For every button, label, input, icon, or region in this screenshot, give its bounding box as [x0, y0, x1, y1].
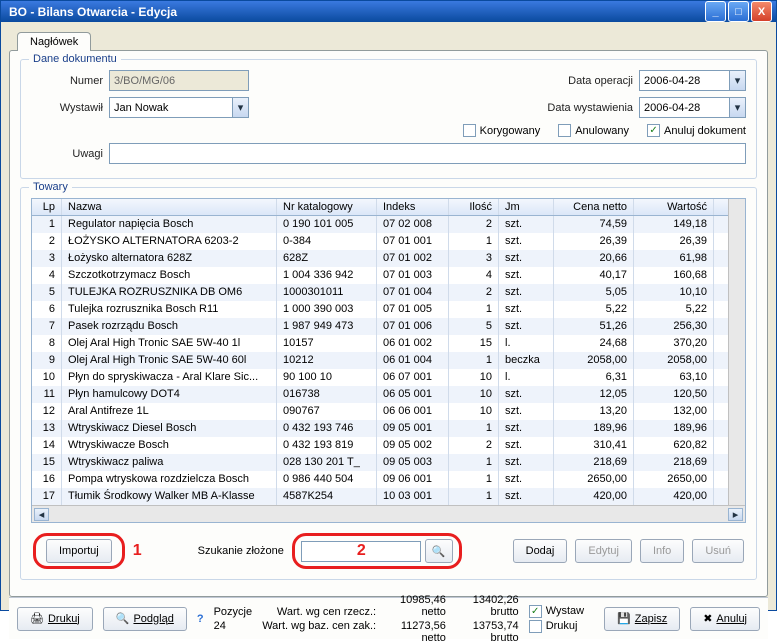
- annotation-2: 2 🔍: [292, 533, 462, 569]
- annotation-1: Importuj: [33, 533, 125, 569]
- label-numer: Numer: [31, 75, 109, 87]
- checkbox-anuluj-dokument[interactable]: ✓Anuluj dokument: [647, 124, 746, 137]
- tabstrip: Nagłówek: [9, 28, 768, 50]
- usun-button[interactable]: Usuń: [692, 539, 744, 563]
- cancel-icon: ✖: [703, 612, 712, 625]
- grid-header: Lp Nazwa Nr katalogowy Indeks Ilość Jm C…: [32, 199, 728, 216]
- table-row[interactable]: 15Wtryskiwacz paliwa028 130 201 T_09 05 …: [32, 454, 728, 471]
- table-row[interactable]: 13Wtryskiwacz Diesel Bosch0 432 193 7460…: [32, 420, 728, 437]
- arrow-right-icon[interactable]: ▸: [728, 508, 743, 521]
- close-button[interactable]: X: [751, 1, 772, 22]
- label-data-wystawienia: Data wystawienia: [529, 102, 639, 114]
- annotation-2-number: 2: [357, 542, 366, 560]
- data-wystawienia-field[interactable]: ▾: [639, 97, 746, 118]
- label-wart-baz: Wart. wg baz. cen zak.:: [262, 620, 376, 632]
- group-towary: Towary Lp Nazwa Nr katalogowy Indeks Ilo…: [20, 187, 757, 580]
- maximize-button[interactable]: □: [728, 1, 749, 22]
- magnifier-icon: 🔍: [116, 612, 130, 625]
- table-row[interactable]: 17Tłumik Środkowy Walker MB A-Klasse4587…: [32, 488, 728, 505]
- table-row[interactable]: 5TULEJKA ROZRUSZNIKA DB OM6100030101107 …: [32, 284, 728, 301]
- search-button[interactable]: 🔍: [425, 539, 453, 563]
- save-icon: 💾: [617, 612, 631, 625]
- magnifier-icon: 🔍: [432, 545, 446, 558]
- annotation-1-number: 1: [133, 542, 142, 560]
- grid-body[interactable]: 1Regulator napięcia Bosch0 190 101 00507…: [32, 216, 728, 505]
- zapisz-button[interactable]: 💾Zapisz: [604, 607, 680, 631]
- table-row[interactable]: 14Wtryskiwacze Bosch0 432 193 81909 05 0…: [32, 437, 728, 454]
- table-row[interactable]: 12Aral Antifreze 1L09076706 06 00110szt.…: [32, 403, 728, 420]
- numer-field: [109, 70, 249, 91]
- label-wart-rzecz: Wart. wg cen rzecz.:: [262, 606, 376, 618]
- table-row[interactable]: 4Szczotkotrzymacz Bosch1 004 336 94207 0…: [32, 267, 728, 284]
- footer: 🖨Drukuj 🔍Podgląd ? Pozycje 24 Wart. wg c…: [9, 597, 768, 639]
- table-row[interactable]: 1Regulator napięcia Bosch0 190 101 00507…: [32, 216, 728, 233]
- checkbox-wystaw[interactable]: ✓Wystaw: [529, 605, 584, 618]
- table-row[interactable]: 9Olej Aral High Tronic SAE 5W-40 60l1021…: [32, 352, 728, 369]
- titlebar: BO - Bilans Otwarcia - Edycja _ □ X: [1, 1, 776, 22]
- importuj-button[interactable]: Importuj: [46, 539, 112, 563]
- arrow-left-icon[interactable]: ◂: [34, 508, 49, 521]
- checkbox-drukuj[interactable]: Drukuj: [529, 620, 584, 633]
- value-wart-baz-netto: 11273,56 netto: [386, 620, 446, 644]
- legend-towary: Towary: [29, 181, 72, 193]
- info-button[interactable]: Info: [640, 539, 684, 563]
- minimize-button[interactable]: _: [705, 1, 726, 22]
- window: BO - Bilans Otwarcia - Edycja _ □ X Nagł…: [0, 0, 777, 611]
- help-icon[interactable]: ?: [197, 613, 204, 625]
- label-wystawil: Wystawił: [31, 102, 109, 114]
- value-wart-rzecz-brutto: 13402,26 brutto: [456, 594, 519, 618]
- table-row[interactable]: 7Pasek rozrządu Bosch1 987 949 47307 01 …: [32, 318, 728, 335]
- horizontal-scrollbar[interactable]: ◂ ▸: [32, 505, 745, 522]
- table-row[interactable]: 6Tulejka rozrusznika Bosch R111 000 390 …: [32, 301, 728, 318]
- value-wart-rzecz-netto: 10985,46 netto: [386, 594, 446, 618]
- checkbox-korygowany[interactable]: Korygowany: [463, 124, 541, 137]
- wystawil-field[interactable]: ▾: [109, 97, 249, 118]
- table-row[interactable]: 10Płyn do spryskiwacza - Aral Klare Sic.…: [32, 369, 728, 386]
- table-row[interactable]: 16Pompa wtryskowa rozdzielcza Bosch0 986…: [32, 471, 728, 488]
- table-row[interactable]: 2ŁOŻYSKO ALTERNATORA 6203-20-38407 01 00…: [32, 233, 728, 250]
- data-operacji-field[interactable]: ▾: [639, 70, 746, 91]
- vertical-scrollbar[interactable]: [728, 199, 745, 505]
- podglad-button[interactable]: 🔍Podgląd: [103, 607, 187, 631]
- label-data-operacji: Data operacji: [529, 75, 639, 87]
- window-title: BO - Bilans Otwarcia - Edycja: [5, 5, 703, 19]
- goods-grid: Lp Nazwa Nr katalogowy Indeks Ilość Jm C…: [31, 198, 746, 523]
- table-row[interactable]: 3Łożysko alternatora 628Z628Z07 01 0023s…: [32, 250, 728, 267]
- table-row[interactable]: 11Płyn hamulcowy DOT401673806 05 00110sz…: [32, 386, 728, 403]
- label-szukanie: Szukanie złożone: [198, 545, 284, 557]
- uwagi-field[interactable]: [109, 143, 746, 164]
- drukuj-button[interactable]: 🖨Drukuj: [17, 607, 93, 631]
- main-panel: Dane dokumentu Numer Data operacji ▾ Wys…: [9, 50, 768, 597]
- legend-dane: Dane dokumentu: [29, 53, 121, 65]
- label-pozycje: Pozycje: [214, 606, 253, 618]
- value-wart-baz-brutto: 13753,74 brutto: [456, 620, 519, 644]
- edytuj-button[interactable]: Edytuj: [575, 539, 632, 563]
- client-area: Nagłówek Dane dokumentu Numer Data opera…: [1, 22, 776, 643]
- goods-button-row: Importuj 1 Szukanie złożone 2 🔍 Dodaj Ed…: [31, 523, 746, 571]
- tab-naglowek[interactable]: Nagłówek: [17, 32, 91, 51]
- label-uwagi: Uwagi: [31, 148, 109, 160]
- checkbox-anulowany[interactable]: Anulowany: [558, 124, 629, 137]
- group-dane-dokumentu: Dane dokumentu Numer Data operacji ▾ Wys…: [20, 59, 757, 179]
- chevron-down-icon[interactable]: ▾: [232, 97, 249, 118]
- value-pozycje: 24: [214, 620, 253, 632]
- anuluj-button[interactable]: ✖Anuluj: [690, 607, 760, 631]
- printer-icon: 🖨: [30, 612, 44, 625]
- chevron-down-icon[interactable]: ▾: [729, 97, 746, 118]
- table-row[interactable]: 8Olej Aral High Tronic SAE 5W-40 1l10157…: [32, 335, 728, 352]
- dodaj-button[interactable]: Dodaj: [513, 539, 568, 563]
- chevron-down-icon[interactable]: ▾: [729, 70, 746, 91]
